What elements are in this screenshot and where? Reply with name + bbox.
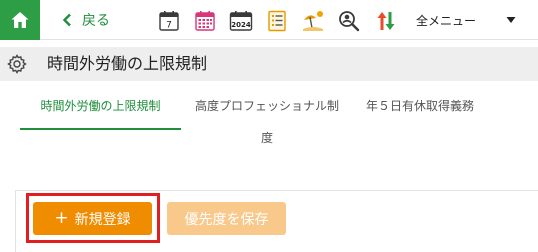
save-priority-label: 優先度を保存	[184, 211, 269, 228]
calendar-year-label: 2024	[231, 21, 251, 29]
tab-overtime-limit[interactable]: 時間外労働の上限規制	[20, 90, 181, 130]
new-register-button[interactable]: + 新規登録	[33, 202, 152, 235]
calendar-day-icon[interactable]: 7	[157, 9, 181, 33]
sort-icon[interactable]	[374, 9, 398, 33]
calendar-day-number: 7	[166, 21, 172, 31]
top-toolbar: 戻る 7 2024 全メニュー	[0, 0, 538, 40]
calendar-year-icon[interactable]: 2024	[229, 9, 253, 33]
back-button[interactable]: 戻る	[62, 8, 110, 32]
search-person-icon[interactable]	[337, 9, 361, 33]
caret-down-icon	[506, 13, 516, 27]
chevron-left-icon	[62, 13, 72, 27]
gear-icon[interactable]	[7, 54, 27, 74]
tab-paid-leave-obligation[interactable]: 年５日有休取得義務	[355, 90, 485, 130]
list-icon[interactable]	[265, 9, 289, 33]
beach-icon[interactable]	[301, 9, 325, 33]
all-menu-dropdown[interactable]: 全メニュー	[416, 8, 516, 32]
all-menu-label: 全メニュー	[416, 13, 477, 28]
tab-bar: 時間外労働の上限規制 高度プロフェッショナル制度 年５日有休取得義務	[0, 90, 538, 145]
back-label: 戻る	[82, 13, 110, 29]
calendar-month-icon[interactable]	[193, 9, 217, 33]
tab-high-professional[interactable]: 高度プロフェッショナル制度	[190, 90, 344, 145]
home-button[interactable]	[0, 0, 40, 40]
new-register-label: 新規登録	[74, 211, 131, 228]
page-title: 時間外労働の上限規制	[47, 54, 208, 73]
save-priority-button: 優先度を保存	[167, 202, 286, 235]
home-icon	[11, 12, 29, 28]
plus-icon: +	[54, 208, 69, 228]
page-header: 時間外労働の上限規制	[0, 47, 538, 81]
